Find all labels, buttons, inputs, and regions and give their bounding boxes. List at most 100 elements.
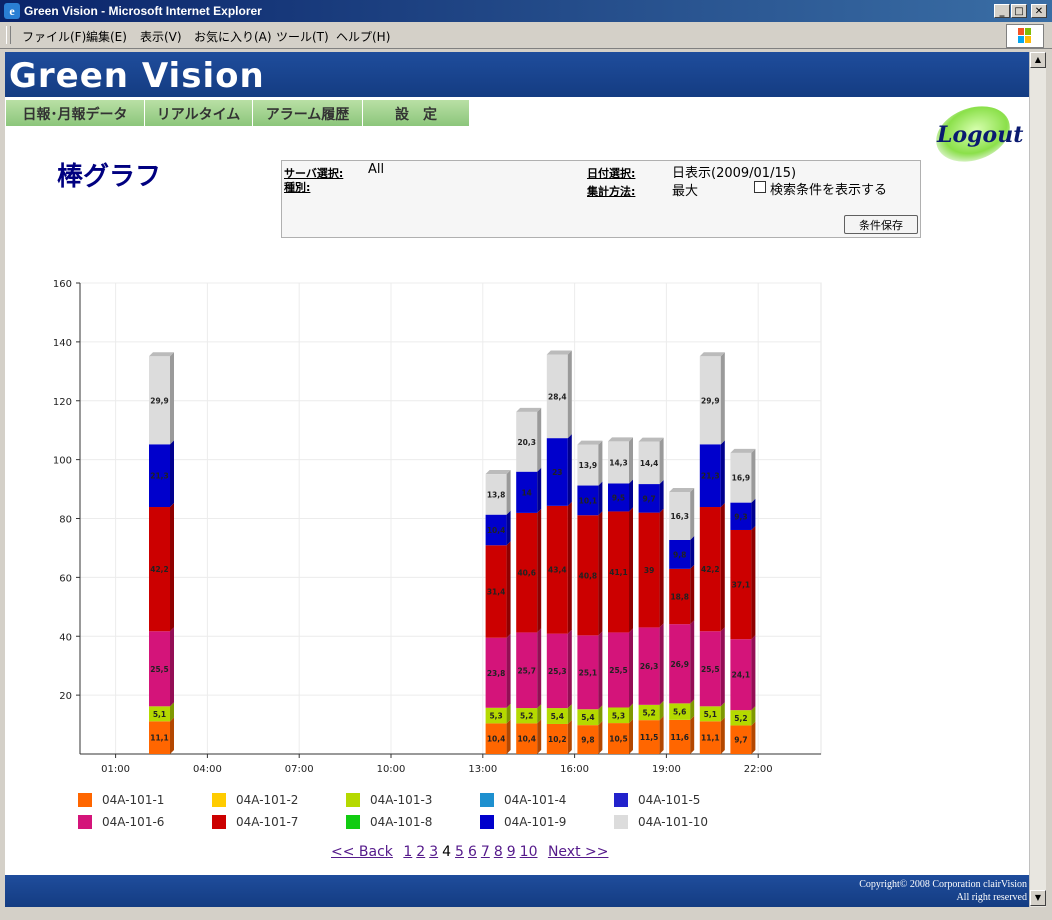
menu-favorites[interactable]: お気に入り(A) (194, 28, 272, 45)
save-conditions-button[interactable]: 条件保存 (844, 215, 918, 234)
maximize-button[interactable]: □ (1011, 4, 1027, 18)
tab-settings[interactable]: 設 定 (363, 100, 470, 126)
pager-page-6[interactable]: 6 (468, 844, 477, 860)
copyright: Copyright© 2008 Corporation clairVision … (859, 878, 1027, 904)
bar-data-label: 5,1 (153, 710, 166, 719)
bar-data-label: 14,4 (640, 459, 659, 468)
brand-title: Green Vision (9, 56, 265, 96)
bar-data-label: 31,4 (487, 588, 506, 597)
show-conditions-checkbox[interactable] (754, 181, 766, 193)
pager-back-link[interactable]: << Back (331, 844, 393, 860)
bar-data-label: 16,9 (732, 474, 751, 483)
bar-data-label: 26,9 (670, 660, 689, 669)
pager-page-5[interactable]: 5 (455, 844, 464, 860)
tab-alarm-history[interactable]: アラーム履歴 (253, 100, 363, 126)
bar-segment-side (659, 716, 664, 754)
vertical-scrollbar[interactable]: ▲ ▼ (1029, 52, 1046, 907)
bar-segment-side (690, 488, 695, 540)
bar-segment-side (629, 507, 633, 633)
bar-data-label: 21,3 (701, 472, 720, 481)
bar-segment-side (506, 719, 511, 754)
bar-segment-side (567, 350, 572, 439)
bar-segment-side (690, 564, 695, 625)
pager-next-link[interactable]: Next >> (548, 844, 609, 860)
tab-realtime[interactable]: リアルタイム (145, 100, 253, 126)
bar-data-label: 23,8 (487, 669, 506, 678)
page-viewport: Green Vision 日報･月報データ リアルタイム アラーム履歴 設 定 … (5, 52, 1029, 907)
bar-data-label: 20,3 (517, 438, 536, 447)
bar-top (669, 488, 695, 493)
bar-segment-side (751, 498, 756, 530)
bar-segment-side (506, 510, 511, 546)
scroll-up-button[interactable]: ▲ (1030, 52, 1046, 68)
bar-segment-side (629, 628, 633, 708)
bar-segment-side (537, 628, 542, 709)
menu-edit[interactable]: 編集(E) (86, 28, 127, 45)
bar-data-label: 21,3 (150, 472, 169, 481)
bar-top (730, 448, 756, 453)
bar-segment-side (629, 479, 633, 512)
pager-page-8[interactable]: 8 (494, 844, 503, 860)
y-tick-label: 40 (59, 632, 72, 643)
bar-top (149, 352, 174, 357)
bar-data-label: 11,1 (701, 734, 720, 743)
bar-segment-side (170, 627, 174, 707)
window-titlebar: e Green Vision - Microsoft Internet Expl… (0, 0, 1052, 22)
search-condition-panel: サーバ選択: All 種別: 日付選択: 日表示(2009/01/15) 集計方… (281, 160, 921, 238)
pager-page-7[interactable]: 7 (481, 844, 490, 860)
minimize-button[interactable]: _ (994, 4, 1010, 18)
x-tick-label: 16:00 (560, 764, 589, 775)
bar-data-label: 10,5 (609, 735, 628, 744)
x-tick-label: 10:00 (377, 764, 406, 775)
bar-data-label: 43,4 (548, 566, 567, 575)
pager-page-4: 4 (442, 844, 452, 860)
bar-segment-side (629, 719, 633, 754)
bar-data-label: 5,4 (581, 713, 594, 722)
bar-data-label: 10,4 (487, 526, 506, 535)
legend-label: 04A-101-2 (236, 793, 299, 807)
tab-daily-monthly[interactable]: 日報･月報データ (6, 100, 145, 126)
bar-data-label: 25,1 (579, 668, 598, 677)
y-tick-label: 20 (59, 691, 72, 702)
scroll-down-button[interactable]: ▼ (1030, 890, 1046, 906)
bar-segment-side (751, 635, 756, 711)
menu-view[interactable]: 表示(V) (140, 28, 182, 45)
bar-data-label: 5,2 (642, 708, 655, 717)
bar-segment-side (659, 623, 664, 705)
bar-data-label: 29,9 (150, 396, 169, 405)
pager-page-3[interactable]: 3 (429, 844, 438, 860)
pager-page-1[interactable]: 1 (403, 844, 412, 860)
pager-page-10[interactable]: 10 (520, 844, 538, 860)
bar-top (577, 440, 603, 445)
pager-page-2[interactable]: 2 (416, 844, 425, 860)
bar-segment-side (690, 535, 695, 569)
bar-segment-side (629, 437, 633, 484)
bar-segment-side (720, 352, 725, 445)
bar-segment-side (720, 440, 725, 508)
aggregation-value: 最大 (672, 184, 699, 199)
site-header: Green Vision (5, 52, 1029, 97)
bar-data-label: 25,5 (150, 665, 169, 674)
bar-data-label: 5,1 (704, 710, 717, 719)
bar-data-label: 14,3 (609, 458, 628, 467)
stacked-bar-chart: 20 40 60 80 100 120 140 160 01:00 04:00 07:00 10:00… (53, 279, 822, 775)
close-button[interactable]: ✕ (1031, 4, 1047, 18)
logout-button[interactable]: Logout (923, 104, 1023, 166)
bar-segment-side (751, 448, 756, 503)
bar-segment-side (598, 511, 603, 636)
copyright-line-1: Copyright© 2008 Corporation clairVision (859, 879, 1027, 890)
legend-label: 04A-101-10 (638, 815, 709, 829)
bar-top (638, 437, 664, 442)
bar-segment-side (506, 470, 511, 515)
legend-label: 04A-101-3 (370, 793, 433, 807)
menu-tools[interactable]: ツール(T) (276, 28, 329, 45)
bar-data-label: 9,8 (673, 550, 686, 559)
pagination: << Back 1 2 3 4 5 6 7 8 9 10 Next >> (331, 844, 608, 860)
bar-data-label: 23 (552, 468, 562, 477)
legend-swatch (346, 815, 360, 829)
menu-file[interactable]: ファイル(F) (22, 28, 86, 45)
menu-help[interactable]: ヘルプ(H) (336, 28, 390, 45)
pager-page-9[interactable]: 9 (507, 844, 516, 860)
bar-segment-side (598, 631, 603, 710)
bar-segment-side (506, 541, 511, 638)
